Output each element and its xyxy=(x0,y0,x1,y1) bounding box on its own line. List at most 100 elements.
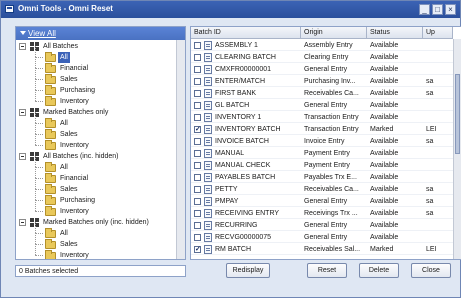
tree-item[interactable]: Financial xyxy=(16,167,174,184)
table-row[interactable]: MANUAL Payment Entry Available xyxy=(191,148,455,159)
tree-item[interactable]: Purchasing xyxy=(16,189,174,206)
mark-checkbox[interactable] xyxy=(194,102,201,109)
mark-checkbox[interactable] xyxy=(194,222,201,229)
mark-checkbox[interactable] xyxy=(194,198,201,205)
tree-item[interactable]: Inventory xyxy=(16,134,174,151)
batch-id-cell: RECVG00000075 xyxy=(215,234,272,241)
mark-checkbox[interactable] xyxy=(194,210,201,217)
tree-item[interactable]: All xyxy=(16,156,174,173)
mark-checkbox[interactable] xyxy=(194,124,201,135)
mark-checkbox[interactable] xyxy=(194,66,201,73)
folder-icon xyxy=(45,228,56,238)
mark-checkbox[interactable] xyxy=(194,186,201,193)
view-all-link[interactable]: View All xyxy=(28,29,56,38)
tree-item-label: Inventory xyxy=(60,98,89,105)
origin-cell: Receivables Sal... xyxy=(304,246,361,253)
mark-checkbox[interactable] xyxy=(194,54,201,61)
table-row[interactable]: INVENTORY BATCH Transaction Entry Marked LE… xyxy=(191,124,455,135)
mark-checkbox[interactable] xyxy=(194,42,201,49)
tree-connector xyxy=(35,167,36,178)
table-row[interactable]: RECVG00000075 General Entry Available xyxy=(191,232,455,243)
tree-group[interactable]: Marked Batches only (inc. hidden) xyxy=(16,217,174,228)
tree-item[interactable]: Sales xyxy=(16,123,174,140)
tree-item[interactable]: All xyxy=(16,46,174,63)
collapse-icon[interactable] xyxy=(19,219,26,226)
title-bar[interactable]: Omni Tools - Omni Reset _ □ × xyxy=(1,1,460,18)
column-header-up[interactable]: Up xyxy=(423,27,453,39)
mark-checkbox[interactable] xyxy=(194,90,201,97)
batch-grid: Batch ID Origin Status Up ASSEMBLY 1 Asse… xyxy=(190,26,461,260)
tree-item[interactable]: All xyxy=(16,112,174,129)
batch-id-cell: CMXFR00000001 xyxy=(215,66,272,73)
tree-scrollbar[interactable] xyxy=(176,40,185,259)
batch-document-icon xyxy=(204,245,212,254)
up-cell: sa xyxy=(426,90,434,97)
table-row[interactable]: RECEIVING ENTRY Receivings Trx ... Availab… xyxy=(191,208,455,219)
tree-item[interactable]: Sales xyxy=(16,178,174,195)
tree-item[interactable]: Financial xyxy=(16,57,174,74)
tree-item[interactable]: Inventory xyxy=(16,90,174,107)
table-row[interactable]: CMXFR00000001 General Entry Available xyxy=(191,64,455,75)
table-row[interactable]: FIRST BANK Receivables Ca... Available sa xyxy=(191,88,455,99)
reset-button[interactable]: Reset xyxy=(307,263,347,278)
tree-group[interactable]: All Batches (inc. hidden) xyxy=(16,151,174,162)
restore-button[interactable]: □ xyxy=(432,4,443,15)
view-all-header[interactable]: View All xyxy=(16,27,185,40)
close-button[interactable]: Close xyxy=(411,263,451,278)
table-row[interactable]: PMPAY General Entry Available sa xyxy=(191,196,455,207)
table-row[interactable]: INVENTORY 1 Transaction Entry Available xyxy=(191,112,455,123)
status-cell: Available xyxy=(370,54,399,61)
tree-group-label: Marked Batches only (inc. hidden) xyxy=(43,219,149,226)
redisplay-button[interactable]: Redisplay xyxy=(226,263,270,278)
mark-checkbox[interactable] xyxy=(194,114,201,121)
table-row[interactable]: CLEARING BATCH Clearing Entry Available xyxy=(191,52,455,63)
mark-checkbox[interactable] xyxy=(194,78,201,85)
table-row[interactable]: RECURRING General Entry Available xyxy=(191,220,455,231)
tree-group[interactable]: All Batches xyxy=(16,41,174,52)
grid-scrollbar[interactable] xyxy=(453,39,461,259)
tree-item[interactable]: All xyxy=(16,222,174,239)
folder-icon xyxy=(45,239,56,249)
table-row[interactable]: ENTER/MATCH Purchasing Inv... Available sa xyxy=(191,76,455,87)
tree-item[interactable]: Inventory xyxy=(16,200,174,217)
tree-group[interactable]: Marked Batches only xyxy=(16,107,174,118)
minimize-button[interactable]: _ xyxy=(419,4,430,15)
mark-checkbox[interactable] xyxy=(194,244,201,255)
table-row[interactable]: MANUAL CHECK Payment Entry Available xyxy=(191,160,455,171)
chevron-down-icon xyxy=(20,31,26,35)
delete-button[interactable]: Delete xyxy=(359,263,399,278)
tree-item[interactable]: Sales xyxy=(16,68,174,85)
mark-checkbox[interactable] xyxy=(194,138,201,145)
collapse-icon[interactable] xyxy=(19,43,26,50)
tree-item[interactable]: Sales xyxy=(16,233,174,250)
grid-scroll-thumb[interactable] xyxy=(455,74,460,154)
tree-connector xyxy=(35,57,36,68)
tree-group-label: All Batches (inc. hidden) xyxy=(43,153,119,160)
tree-item[interactable]: Inventory xyxy=(16,244,174,259)
folder-icon xyxy=(45,52,56,62)
collapse-icon[interactable] xyxy=(19,109,26,116)
close-window-button[interactable]: × xyxy=(445,4,456,15)
folder-icon xyxy=(45,162,56,172)
table-row[interactable]: GL BATCH General Entry Available xyxy=(191,100,455,111)
mark-checkbox[interactable] xyxy=(194,162,201,169)
origin-cell: General Entry xyxy=(304,222,348,229)
column-header-status[interactable]: Status xyxy=(367,27,423,39)
folder-icon xyxy=(45,96,56,106)
table-row[interactable]: ASSEMBLY 1 Assembly Entry Available xyxy=(191,40,455,51)
table-row[interactable]: PAYABLES BATCH Payables Trx E... Available xyxy=(191,172,455,183)
folder-icon xyxy=(45,184,56,194)
table-row[interactable]: INVOICE BATCH Invoice Entry Available sa xyxy=(191,136,455,147)
batch-document-icon xyxy=(204,113,212,122)
mark-checkbox[interactable] xyxy=(194,234,201,241)
mark-checkbox[interactable] xyxy=(194,174,201,181)
tree-item[interactable]: Purchasing xyxy=(16,79,174,96)
mark-checkbox[interactable] xyxy=(194,150,201,157)
tree-item-label: All xyxy=(60,164,68,171)
table-row[interactable]: PETTY Receivables Ca... Available sa xyxy=(191,184,455,195)
tree-item-label: Financial xyxy=(60,65,89,72)
collapse-icon[interactable] xyxy=(19,153,26,160)
column-header-batch-id[interactable]: Batch ID xyxy=(191,27,301,39)
column-header-origin[interactable]: Origin xyxy=(301,27,367,39)
table-row[interactable]: RM BATCH Receivables Sal... Marked LEI xyxy=(191,244,455,255)
